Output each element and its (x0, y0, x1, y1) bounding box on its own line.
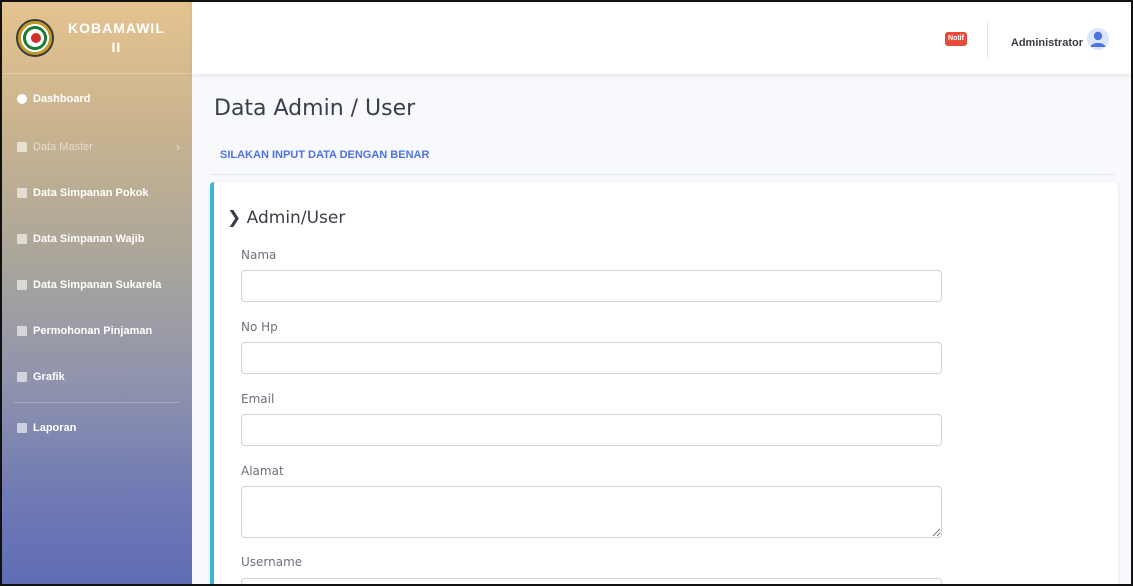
sidebar-item-permohonan-pinjaman[interactable]: Permohonan Pinjaman (2, 308, 192, 354)
list-icon (17, 142, 27, 152)
list-icon (17, 372, 27, 382)
app-window: KOBAMAWIL II Dashboard Data Master › Dat… (0, 0, 1133, 586)
print-icon (17, 423, 27, 433)
page-title: Data Admin / User (214, 96, 416, 121)
sidebar-item-label: Data Simpanan Pokok (33, 187, 149, 199)
sidebar: KOBAMAWIL II Dashboard Data Master › Dat… (2, 2, 192, 584)
sidebar-item-data-master[interactable]: Data Master › (2, 124, 192, 170)
brand-name: KOBAMAWIL II (68, 19, 165, 57)
username-label: Username (241, 555, 303, 569)
brand-logo (16, 18, 54, 57)
sidebar-item-grafik[interactable]: Grafik (2, 354, 192, 400)
sidebar-item-label: Data Master (33, 141, 93, 153)
book-icon (17, 188, 27, 198)
brand-name-line1: KOBAMAWIL (68, 19, 165, 36)
nama-label: Nama (241, 248, 277, 262)
sidebar-item-simpanan-pokok[interactable]: Data Simpanan Pokok (2, 170, 192, 216)
sidebar-brand[interactable]: KOBAMAWIL II (2, 2, 192, 74)
sidebar-item-label: Grafik (33, 371, 65, 383)
topbar: Notif Administrator (192, 2, 1131, 74)
sidebar-item-label: Permohonan Pinjaman (33, 325, 153, 337)
sidebar-item-simpanan-wajib[interactable]: Data Simpanan Wajib (2, 216, 192, 262)
nama-input[interactable] (241, 270, 942, 302)
chevron-right-icon: › (176, 140, 180, 154)
username-input[interactable] (241, 578, 942, 584)
card-title: ❯ Admin/User (227, 208, 345, 228)
notif-badge[interactable]: Notif (945, 32, 967, 46)
sidebar-item-label: Laporan (33, 422, 77, 434)
sidebar-item-label: Dashboard (33, 93, 91, 105)
user-name[interactable]: Administrator (1011, 37, 1083, 49)
chevron-right-icon: ❯ (227, 208, 242, 228)
topbar-divider (987, 22, 988, 58)
brand-name-line2: II (111, 38, 122, 55)
sidebar-item-label: Data Simpanan Wajib (33, 233, 145, 245)
alamat-textarea[interactable] (241, 486, 942, 538)
alamat-label: Alamat (241, 464, 284, 478)
sidebar-item-simpanan-sukarela[interactable]: Data Simpanan Sukarela (2, 262, 192, 308)
email-label: Email (241, 392, 275, 406)
sidebar-divider (14, 402, 180, 403)
file-icon (17, 326, 27, 336)
nohp-label: No Hp (241, 320, 278, 334)
main-content: Data Admin / User SILAKAN INPUT DATA DEN… (192, 74, 1131, 584)
book-icon (17, 280, 27, 290)
nohp-input[interactable] (241, 342, 942, 374)
book-icon (17, 234, 27, 244)
sidebar-item-dashboard[interactable]: Dashboard (2, 74, 192, 124)
sidebar-nav: Dashboard Data Master › Data Simpanan Po… (2, 74, 192, 451)
email-input[interactable] (241, 414, 942, 446)
page-subtitle: SILAKAN INPUT DATA DENGAN BENAR (220, 149, 430, 161)
sidebar-item-label: Data Simpanan Sukarela (33, 279, 162, 291)
dashboard-icon (17, 94, 27, 104)
divider (210, 174, 1115, 175)
card-title-text: Admin/User (246, 208, 346, 228)
form-card: ❯ Admin/User Nama No Hp Email Alamat Use… (210, 182, 1118, 584)
sidebar-item-laporan[interactable]: Laporan (2, 405, 192, 451)
user-avatar-icon[interactable] (1087, 28, 1109, 50)
